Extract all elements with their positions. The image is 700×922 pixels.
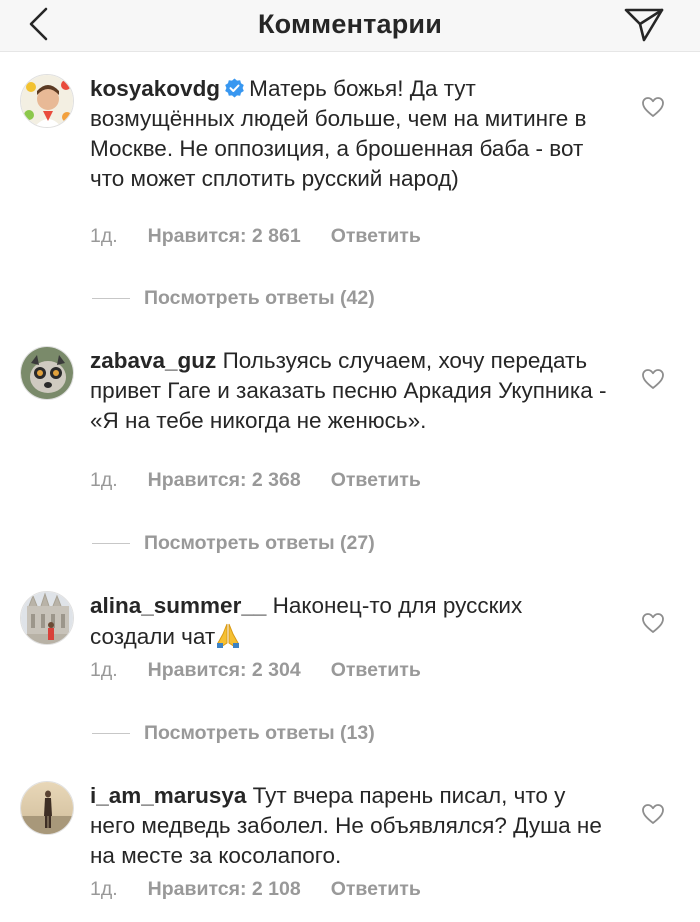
reply-button[interactable]: Ответить: [331, 467, 421, 493]
like-button[interactable]: [641, 96, 665, 118]
comment-meta: 1д. Нравится: 2 108 Ответить: [90, 876, 421, 902]
view-replies-label: Посмотреть ответы (13): [144, 722, 375, 744]
view-replies-link[interactable]: Посмотреть ответы (42): [92, 285, 375, 311]
avatar[interactable]: [20, 74, 74, 128]
comment-age: 1д.: [90, 469, 118, 491]
like-count[interactable]: Нравится: 2 108: [148, 876, 301, 902]
comment-age: 1д.: [90, 225, 118, 247]
comment-age: 1д.: [90, 659, 118, 681]
heart-icon: [642, 613, 664, 633]
view-replies-link[interactable]: Посмотреть ответы (13): [92, 720, 375, 746]
username[interactable]: kosyakovdg: [90, 76, 220, 101]
top-bar: Комментарии: [0, 0, 700, 52]
like-button[interactable]: [641, 612, 665, 634]
view-replies-link[interactable]: Посмотреть ответы (27): [92, 530, 375, 556]
like-count[interactable]: Нравится: 2 861: [148, 223, 301, 249]
avatar-image: [21, 347, 73, 399]
heart-icon: [642, 804, 664, 824]
comment-meta: 1д. Нравится: 2 304 Ответить: [90, 657, 421, 683]
like-count[interactable]: Нравится: 2 368: [148, 467, 301, 493]
reply-button[interactable]: Ответить: [331, 223, 421, 249]
comment-text: i_am_marusya Тут вчера парень писал, что…: [90, 781, 610, 871]
reply-button[interactable]: Ответить: [331, 876, 421, 902]
verified-badge-icon: [224, 78, 245, 99]
avatar[interactable]: [20, 591, 74, 645]
comment-text: kosyakovdg Матерь божья! Да тут возмущённ…: [90, 74, 610, 194]
like-button[interactable]: [641, 803, 665, 825]
username[interactable]: alina_summer__: [90, 593, 266, 618]
comment-meta: 1д. Нравится: 2 861 Ответить: [90, 223, 421, 249]
view-replies-label: Посмотреть ответы (27): [144, 532, 375, 554]
comment-text: alina_summer__ Наконец-то для русских со…: [90, 591, 610, 652]
like-button[interactable]: [641, 368, 665, 390]
avatar[interactable]: [20, 346, 74, 400]
like-count[interactable]: Нравится: 2 304: [148, 657, 301, 683]
avatar-image: [21, 592, 73, 644]
avatar-image: [21, 75, 73, 127]
paper-plane-icon: [624, 8, 664, 42]
divider-line: [92, 298, 130, 300]
avatar-image: [21, 782, 73, 834]
comment-meta: 1д. Нравится: 2 368 Ответить: [90, 467, 421, 493]
avatar[interactable]: [20, 781, 74, 835]
page-title: Комментарии: [257, 9, 442, 39]
divider-line: [92, 543, 130, 545]
username[interactable]: i_am_marusya: [90, 783, 246, 808]
divider-line: [92, 733, 130, 735]
comment-age: 1д.: [90, 878, 118, 900]
comment-text: zabava_guz Пользуясь случаем, хочу перед…: [90, 346, 610, 436]
heart-icon: [642, 369, 664, 389]
view-replies-label: Посмотреть ответы (42): [144, 287, 375, 309]
share-button[interactable]: [622, 4, 666, 44]
username[interactable]: zabava_guz: [90, 348, 216, 373]
reply-button[interactable]: Ответить: [331, 657, 421, 683]
heart-icon: [642, 97, 664, 117]
folded-hands-emoji: [215, 621, 241, 649]
